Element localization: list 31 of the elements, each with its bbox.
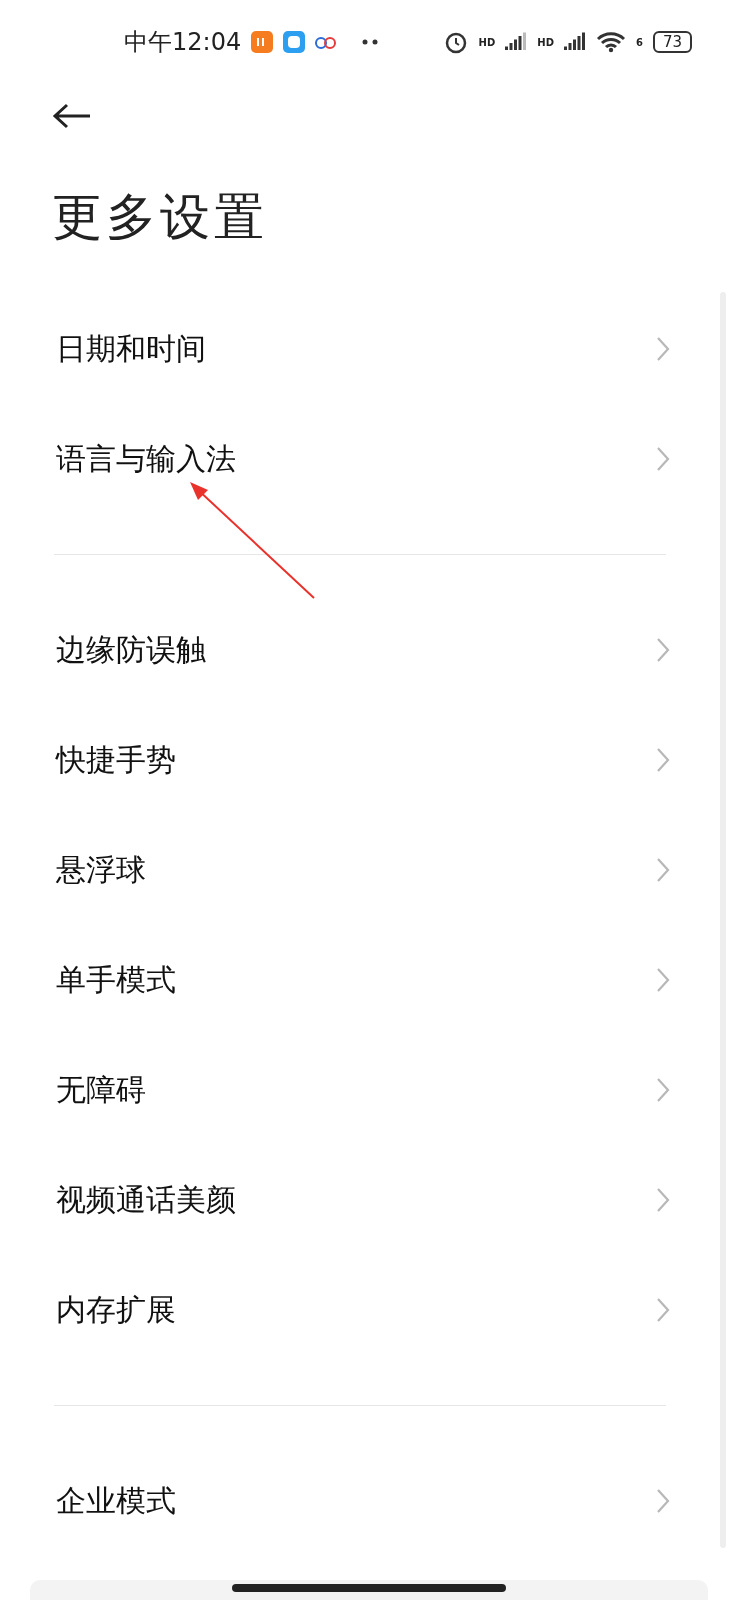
chevron-right-icon — [656, 967, 670, 993]
settings-item[interactable]: 边缘防误触 — [56, 629, 656, 671]
signal-icon — [505, 32, 528, 52]
chevron-right-icon — [656, 747, 670, 773]
settings-item[interactable]: 悬浮球 — [56, 849, 656, 891]
settings-item[interactable]: 企业模式 — [56, 1480, 656, 1522]
wifi-label: 6 — [635, 36, 643, 48]
signal-label: HD — [537, 36, 554, 48]
signal-label: HD — [478, 36, 496, 48]
status-time: 中午12:04 — [124, 27, 242, 58]
chevron-right-icon — [656, 1187, 670, 1213]
page-title: 更多设置 — [51, 187, 269, 248]
back-icon[interactable] — [52, 103, 92, 129]
chat-icon — [283, 31, 306, 53]
chevron-right-icon — [656, 1077, 670, 1103]
chevron-right-icon — [656, 637, 670, 663]
chevron-right-icon — [656, 336, 670, 362]
wifi-icon — [595, 31, 626, 53]
battery-level: 73 — [652, 31, 692, 53]
settings-item[interactable]: 视频通话美颜 — [56, 1179, 656, 1221]
settings-item[interactable]: 日期和时间 — [56, 328, 656, 370]
settings-item[interactable]: 快捷手势 — [56, 739, 656, 781]
settings-item[interactable]: 语言与输入法 — [56, 438, 656, 480]
chevron-right-icon — [656, 446, 670, 472]
settings-item[interactable]: 单手模式 — [56, 959, 656, 1001]
settings-item[interactable]: 无障碍 — [56, 1069, 656, 1111]
chevron-right-icon — [656, 1488, 670, 1514]
settings-item[interactable]: 内存扩展 — [56, 1289, 656, 1331]
chevron-right-icon — [656, 857, 670, 883]
chevron-right-icon — [656, 1297, 670, 1323]
signal-icon — [563, 32, 586, 52]
